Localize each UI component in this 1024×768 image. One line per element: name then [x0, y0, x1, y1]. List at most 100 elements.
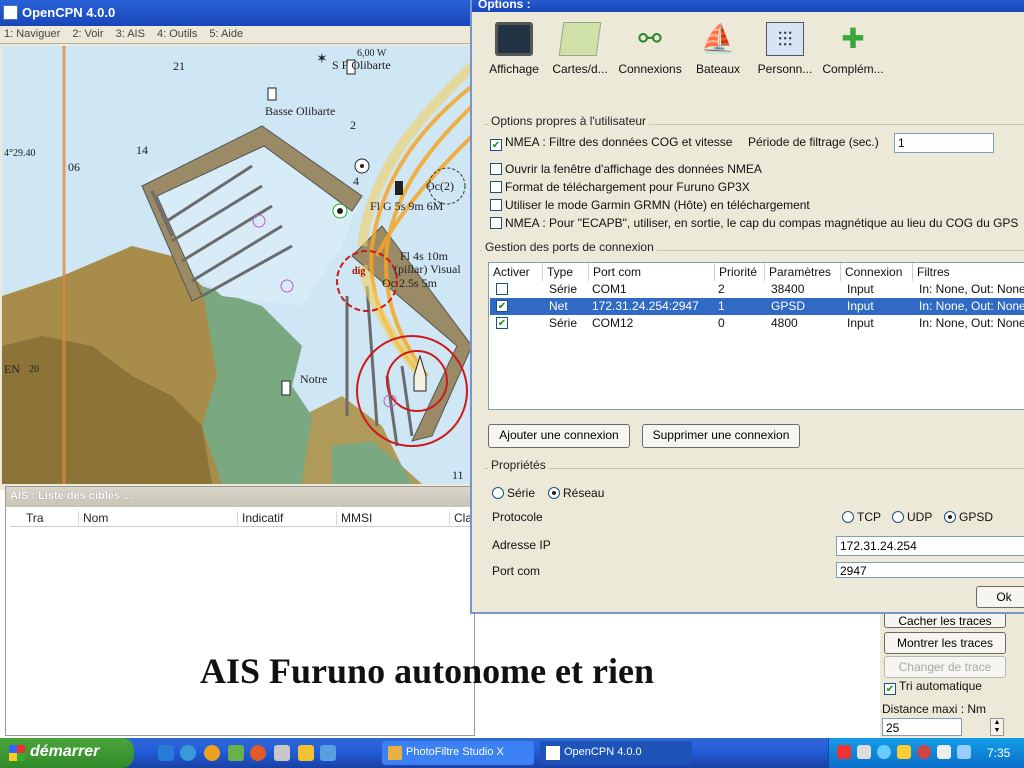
udp-radio-dot[interactable]	[892, 511, 904, 523]
filter-period-input[interactable]: 1	[894, 133, 994, 153]
tcp-radio[interactable]: TCP	[842, 510, 881, 524]
ais-col-tra[interactable]: Tra	[22, 511, 44, 525]
label-light-fl-g: Fl G 5s 9m 6M	[370, 199, 444, 213]
main-titlebar[interactable]: OpenCPN 4.0.0	[0, 0, 476, 26]
col-port[interactable]: Port com	[589, 263, 715, 281]
label-6m: 6,00 W	[357, 48, 387, 59]
tool-icon[interactable]	[320, 745, 336, 761]
network-radio-dot[interactable]	[548, 487, 560, 499]
ip-address-input[interactable]: 172.31.24.254	[836, 536, 1024, 556]
label-light-oc: Oc 2.5s 5m	[382, 276, 437, 290]
show-desktop-icon[interactable]	[158, 745, 174, 761]
tray-network-icon[interactable]	[857, 745, 871, 759]
nmea-filter-checkbox[interactable]: ✔ NMEA : Filtre des données COG et vitess…	[490, 135, 732, 151]
auto-sort-checkbox[interactable]: ✔ Tri automatique	[884, 679, 982, 695]
udp-radio[interactable]: UDP	[892, 510, 932, 524]
max-distance-spinner[interactable]: ▲ ▼	[990, 718, 1004, 736]
remove-connection-button[interactable]: Supprimer une connexion	[642, 424, 800, 448]
firefox-icon[interactable]	[250, 745, 266, 761]
tab-affichage[interactable]: Affichage	[486, 18, 542, 76]
route-manager-panel: Cacher les traces Montrer les traces Cha…	[880, 610, 1024, 742]
menu-naviguer[interactable]: 1: Naviguer	[4, 28, 60, 40]
tab-affichage-label: Affichage	[489, 62, 539, 76]
gpsd-radio[interactable]: GPSD	[944, 510, 993, 524]
ecapb-checkbox[interactable]: NMEA : Pour "ECAPB", utiliser, en sortie…	[490, 216, 1024, 230]
port-input[interactable]: 2947	[836, 562, 1024, 578]
ais-col-nom[interactable]: Nom	[78, 511, 108, 525]
network-radio[interactable]: Réseau	[548, 486, 604, 500]
tab-personnalisation[interactable]: ⫶⫶⫶ Personn...	[754, 18, 816, 76]
menu-aide[interactable]: 5: Aide	[209, 28, 243, 40]
tray-clock[interactable]: 7:35	[987, 746, 1010, 760]
menu-voir[interactable]: 2: Voir	[72, 28, 103, 40]
tray-shield-icon[interactable]	[897, 745, 911, 759]
ais-target-list-window: AIS : Liste des cibles ... Tra Nom Indic…	[5, 486, 484, 736]
media-player-icon[interactable]	[204, 745, 220, 761]
menu-ais[interactable]: 3: AIS	[116, 28, 145, 40]
tray-sync-icon[interactable]	[877, 745, 891, 759]
open-nmea-checkbox[interactable]: Ouvrir la fenêtre d'affichage des donnée…	[490, 162, 762, 176]
tray-acrobat-icon[interactable]	[837, 745, 851, 759]
furuno-check[interactable]	[490, 181, 502, 193]
col-connexion[interactable]: Connexion	[841, 263, 913, 281]
gpsd-radio-dot[interactable]	[944, 511, 956, 523]
garmin-label: Utiliser le mode Garmin GRMN (Hôte) en t…	[505, 198, 810, 212]
tab-cartes-label: Cartes/d...	[552, 62, 608, 76]
furuno-checkbox[interactable]: Format de téléchargement pour Furuno GP3…	[490, 180, 750, 194]
col-priorite[interactable]: Priorité	[715, 263, 765, 281]
windows-taskbar: démarrer PhotoFiltre Studio X OpenCPN 4.…	[0, 738, 1024, 768]
opencpn-main-window: OpenCPN 4.0.0 1: Naviguer 2: Voir 3: AIS…	[0, 0, 476, 490]
tcp-label: TCP	[857, 510, 881, 524]
serial-radio-dot[interactable]	[492, 487, 504, 499]
browser-icon[interactable]	[180, 745, 196, 761]
table-row[interactable]: Série COM1 2 38400 Input In: None, Out: …	[490, 281, 1024, 298]
start-button[interactable]: démarrer	[0, 738, 134, 768]
nmea-filter-check[interactable]: ✔	[490, 139, 502, 151]
ok-button[interactable]: Ok	[976, 586, 1024, 608]
table-row[interactable]: ✔ Série COM12 0 4800 Input In: None, Out…	[490, 315, 1024, 332]
tcp-radio-dot[interactable]	[842, 511, 854, 523]
col-parametres[interactable]: Paramètres	[765, 263, 841, 281]
ais-col-indicatif[interactable]: Indicatif	[237, 511, 283, 525]
tab-cartes[interactable]: Cartes/d...	[548, 18, 612, 76]
filter-period-label: Période de filtrage (sec.)	[748, 135, 879, 149]
nautical-chart-canvas[interactable]: ✶ S F Olibarte 6,00 W Basse Olibarte 4°2…	[2, 46, 472, 484]
ais-list-titlebar[interactable]: AIS : Liste des cibles ...	[6, 487, 474, 507]
row-priority: 2	[718, 282, 725, 296]
table-row-selected[interactable]: ✔ Net 172.31.24.254:2947 1 GPSD Input In…	[490, 298, 1024, 315]
serial-radio[interactable]: Série	[492, 486, 535, 500]
ecapb-check[interactable]	[490, 217, 502, 229]
label-depth-4: 4	[353, 174, 359, 188]
port-label: Port com	[492, 564, 541, 578]
tray-volume-icon[interactable]	[937, 745, 951, 759]
tray-device-icon[interactable]	[957, 745, 971, 759]
task-photofiltre-label: PhotoFiltre Studio X	[406, 746, 504, 758]
menu-outils[interactable]: 4: Outils	[157, 28, 197, 40]
task-opencpn[interactable]: OpenCPN 4.0.0	[540, 741, 692, 765]
gpsd-label: GPSD	[959, 510, 994, 524]
change-trace-button[interactable]: Changer de trace	[884, 656, 1006, 678]
max-distance-input[interactable]: 25	[882, 718, 962, 736]
row-filters: In: None, Out: None	[919, 316, 1024, 330]
app-icon[interactable]	[228, 745, 244, 761]
col-type[interactable]: Type	[543, 263, 589, 281]
tray-antivirus-icon[interactable]	[917, 745, 931, 759]
options-titlebar[interactable]: Options :	[472, 0, 1024, 12]
tab-bateaux[interactable]: ⛵ Bateaux	[690, 18, 746, 76]
col-activer[interactable]: Activer	[489, 263, 543, 281]
garmin-check[interactable]	[490, 199, 502, 211]
folder-icon[interactable]	[298, 745, 314, 761]
task-photofiltre[interactable]: PhotoFiltre Studio X	[382, 741, 534, 765]
ais-col-mmsi[interactable]: MMSI	[336, 511, 372, 525]
garmin-checkbox[interactable]: Utiliser le mode Garmin GRMN (Hôte) en t…	[490, 198, 810, 212]
add-connection-button[interactable]: Ajouter une connexion	[488, 424, 630, 448]
tab-complements[interactable]: ✚ Complém...	[820, 18, 886, 76]
ip-label: Adresse IP	[492, 538, 551, 552]
tab-connexions[interactable]: ⚯ Connexions	[617, 18, 683, 76]
open-nmea-check[interactable]	[490, 163, 502, 175]
col-filtres[interactable]: Filtres	[913, 263, 1024, 281]
show-traces-button[interactable]: Montrer les traces	[884, 632, 1006, 654]
search-icon[interactable]	[274, 745, 290, 761]
auto-sort-check[interactable]: ✔	[884, 683, 896, 695]
row-port: COM12	[592, 316, 634, 330]
